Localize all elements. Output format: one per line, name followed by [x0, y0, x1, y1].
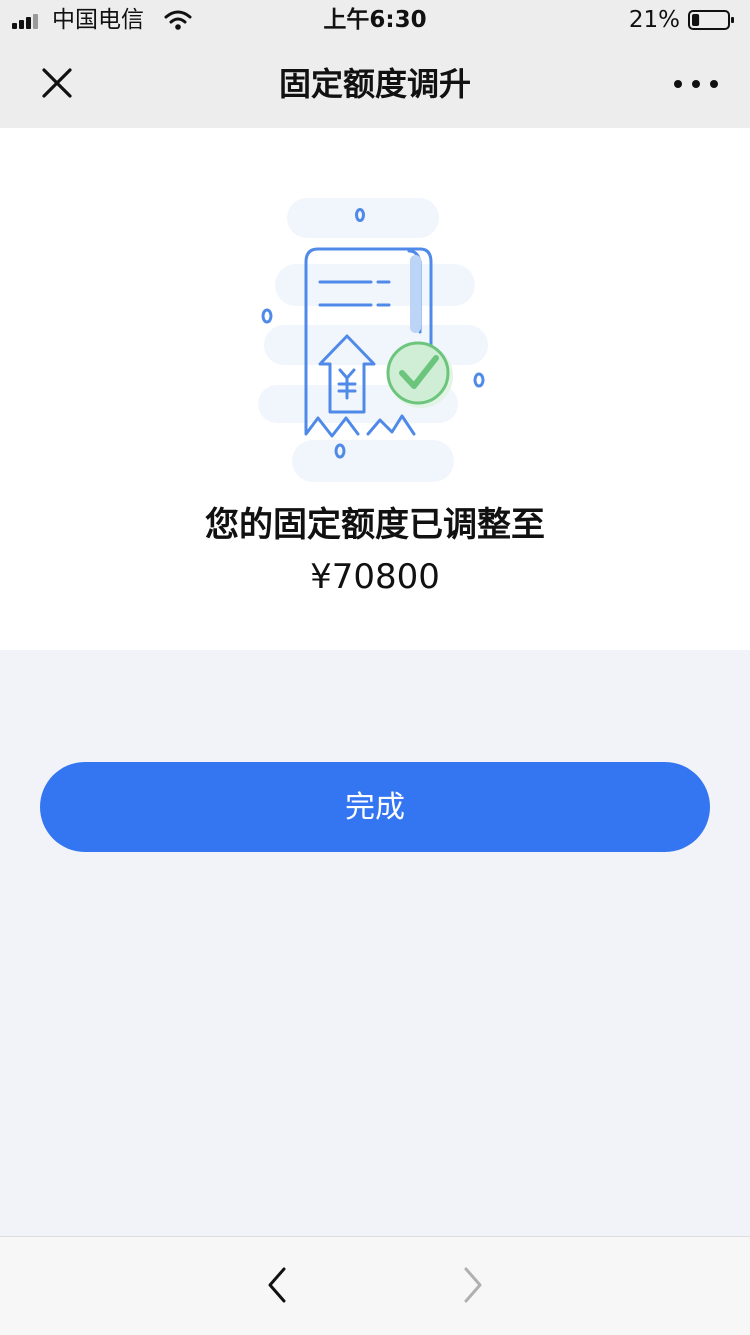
- status-bar: 中国电信 上午6:30 21%: [0, 0, 750, 40]
- forward-chevron-icon[interactable]: [453, 1265, 493, 1305]
- done-button[interactable]: 完成: [40, 762, 710, 852]
- result-card: 您的固定额度已调整至 ¥70800: [0, 128, 750, 650]
- battery-percentage: 21%: [628, 7, 680, 33]
- browser-toolbar: [0, 1236, 750, 1335]
- credit-limit-raised-illustration: [258, 198, 488, 482]
- back-chevron-icon[interactable]: [257, 1265, 297, 1305]
- battery-icon: [688, 10, 734, 30]
- page-title: 固定额度调升: [278, 65, 471, 103]
- more-icon[interactable]: [670, 66, 722, 102]
- new-limit-amount: ¥70800: [310, 557, 440, 597]
- navigation-bar: 固定额度调升: [0, 40, 750, 128]
- result-message: 您的固定额度已调整至: [205, 505, 545, 545]
